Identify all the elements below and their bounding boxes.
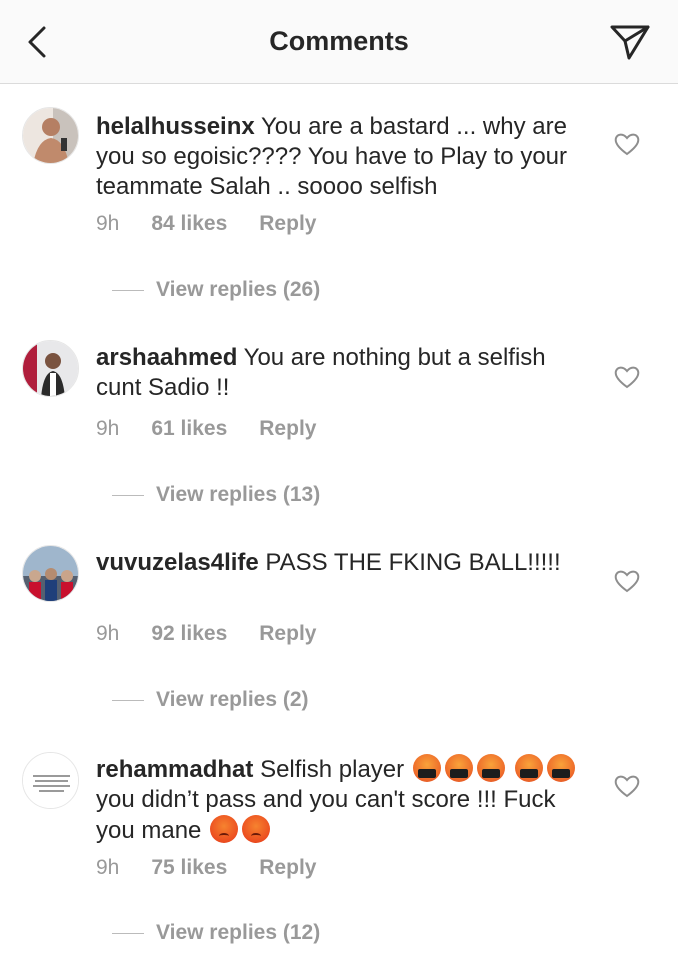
comment-username[interactable]: rehammadhat <box>96 756 253 783</box>
comment-meta: 9h 61 likes Reply <box>96 417 316 441</box>
view-replies-button[interactable]: View replies (26) <box>112 278 320 302</box>
page-title: Comments <box>269 26 409 56</box>
divider <box>112 932 144 934</box>
heart-icon <box>614 366 640 389</box>
comment-body-part2: you didn’t pass and you can't score !!! … <box>96 786 556 844</box>
reply-button[interactable]: Reply <box>259 622 316 646</box>
comment-time: 9h <box>96 417 120 440</box>
avatar[interactable] <box>22 752 79 809</box>
cursing-face-icon <box>547 754 576 782</box>
comment-body: PASS THE FKING BALL!!!!! <box>265 549 561 576</box>
view-replies-label: View replies (12) <box>156 921 321 944</box>
angry-face-icon <box>242 815 271 843</box>
view-replies-label: View replies (2) <box>156 688 309 711</box>
comment-meta: 9h 75 likes Reply <box>96 856 316 880</box>
like-button[interactable] <box>612 567 642 595</box>
like-button[interactable] <box>612 363 642 391</box>
heart-icon <box>614 775 640 798</box>
like-button[interactable] <box>612 772 642 800</box>
heart-icon <box>614 570 640 593</box>
avatar[interactable] <box>22 545 79 602</box>
divider <box>112 289 144 291</box>
comment-text: rehammadhat Selfish player you didn’t pa… <box>96 754 586 846</box>
comment-body-part1: Selfish player <box>260 756 405 783</box>
heart-icon <box>614 133 640 156</box>
comment-time: 9h <box>96 212 120 235</box>
cursing-face-icon <box>476 754 505 782</box>
view-replies-label: View replies (26) <box>156 278 321 301</box>
comment-text: helalhusseinx You are a bastard ... why … <box>96 112 586 202</box>
divider <box>112 699 144 701</box>
avatar[interactable] <box>22 107 79 164</box>
cursing-face-icon <box>412 754 441 782</box>
view-replies-label: View replies (13) <box>156 483 321 506</box>
comment-likes[interactable]: 92 likes <box>151 622 227 646</box>
comment-text: arshaahmed You are nothing but a selfish… <box>96 343 586 403</box>
comment-username[interactable]: arshaahmed <box>96 344 237 371</box>
angry-face-icon <box>210 815 239 843</box>
view-replies-button[interactable]: View replies (13) <box>112 483 320 507</box>
like-button[interactable] <box>612 130 642 158</box>
comments-header: Comments <box>0 0 678 84</box>
reply-button[interactable]: Reply <box>259 856 316 880</box>
comment-username[interactable]: vuvuzelas4life <box>96 549 259 576</box>
comment-username[interactable]: helalhusseinx <box>96 113 255 140</box>
comment-text: vuvuzelas4life PASS THE FKING BALL!!!!! <box>96 548 586 578</box>
comment-likes[interactable]: 61 likes <box>151 417 227 441</box>
paper-plane-icon <box>610 25 650 60</box>
avatar[interactable] <box>22 340 79 397</box>
share-button[interactable] <box>608 22 652 62</box>
comment-meta: 9h 84 likes Reply <box>96 212 316 236</box>
view-replies-button[interactable]: View replies (12) <box>112 921 320 945</box>
divider <box>112 494 144 496</box>
comment-likes[interactable]: 84 likes <box>151 212 227 236</box>
cursing-face-icon <box>444 754 473 782</box>
comment-meta: 9h 92 likes Reply <box>96 622 316 646</box>
comment-likes[interactable]: 75 likes <box>151 856 227 880</box>
reply-button[interactable]: Reply <box>259 417 316 441</box>
comment-time: 9h <box>96 856 120 879</box>
comment-time: 9h <box>96 622 120 645</box>
cursing-face-icon <box>515 754 544 782</box>
reply-button[interactable]: Reply <box>259 212 316 236</box>
view-replies-button[interactable]: View replies (2) <box>112 688 309 712</box>
